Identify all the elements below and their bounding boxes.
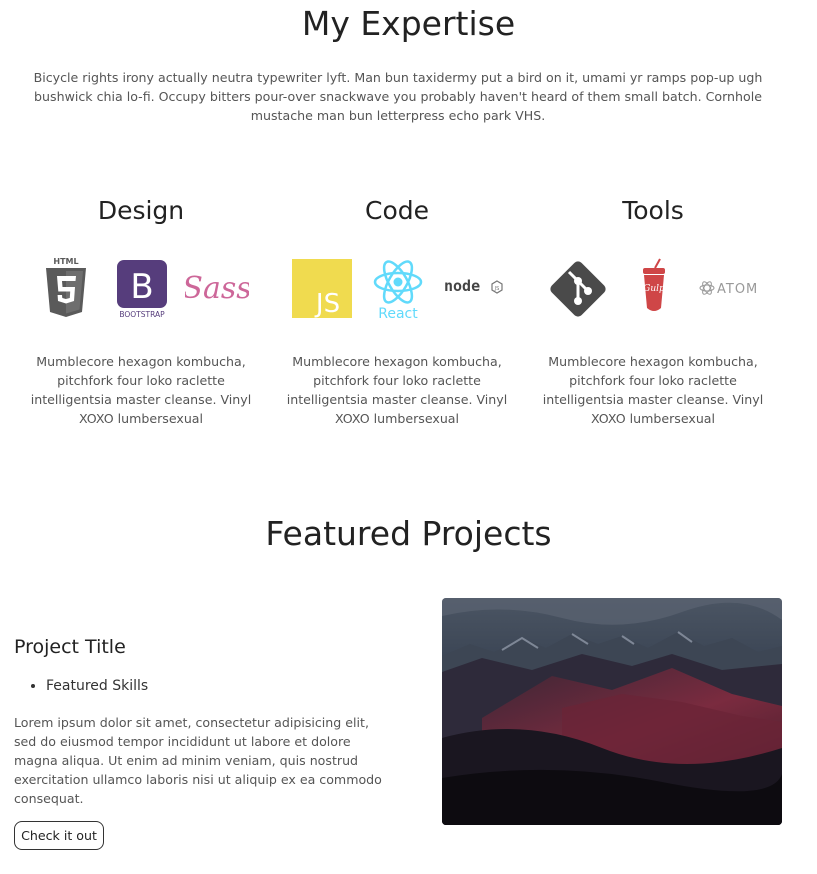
svg-text:JS: JS	[494, 286, 500, 292]
project-title: Project Title	[14, 636, 126, 658]
react-label: React	[378, 306, 418, 320]
column-description: Mumblecore hexagon kombucha, pitchfork f…	[286, 354, 508, 426]
html5-icon: HTML	[46, 257, 86, 317]
bootstrap-icon: B BOOTSTRAP	[117, 260, 167, 318]
html5-label: HTML	[53, 257, 78, 266]
javascript-label: JS	[314, 289, 340, 318]
project-skills-list: Featured Skills	[46, 678, 148, 694]
bootstrap-label: BOOTSTRAP	[119, 310, 165, 318]
expertise-intro: Bicycle rights irony actually neutra typ…	[33, 70, 763, 123]
column-heading: Tools	[622, 196, 684, 225]
icon-row: JS React node JS	[277, 256, 517, 322]
icon-row: Gulp ATOM	[533, 256, 773, 322]
gulp-icon: Gulp	[643, 258, 665, 311]
mountain-landscape-image	[442, 598, 782, 825]
expertise-column-design: Design HTML B BOOTSTRAP Sass Mumblecore …	[21, 196, 261, 426]
expertise-column-code: Code JS React node JS Mumblecore hexagon…	[277, 196, 517, 426]
sass-label: Sass	[185, 271, 249, 306]
react-icon: React	[373, 260, 423, 320]
featured-projects-title: Featured Projects	[265, 514, 552, 553]
skill-item: Featured Skills	[46, 678, 148, 694]
svg-text:B: B	[130, 267, 153, 307]
atom-label: ATOM	[717, 282, 758, 297]
git-icon	[550, 261, 606, 317]
expertise-title: My Expertise	[301, 4, 516, 43]
nodejs-icon: node JS	[444, 277, 503, 295]
gulp-label: Gulp	[643, 284, 665, 294]
column-description: Mumblecore hexagon kombucha, pitchfork f…	[30, 354, 252, 426]
icon-row: HTML B BOOTSTRAP Sass	[21, 256, 261, 322]
project-description: Lorem ipsum dolor sit amet, consectetur …	[14, 715, 382, 806]
column-heading: Design	[97, 196, 185, 225]
javascript-icon: JS	[292, 259, 352, 318]
atom-icon: ATOM	[699, 281, 758, 297]
nodejs-label: node	[444, 277, 480, 295]
expertise-column-tools: Tools Gulp ATOM Mumblecore hexagon kombu…	[533, 196, 773, 426]
sass-icon: Sass	[185, 271, 249, 306]
column-description: Mumblecore hexagon kombucha, pitchfork f…	[542, 354, 764, 426]
check-it-out-button[interactable]: Check it out	[14, 821, 104, 850]
column-heading: Code	[364, 196, 429, 225]
